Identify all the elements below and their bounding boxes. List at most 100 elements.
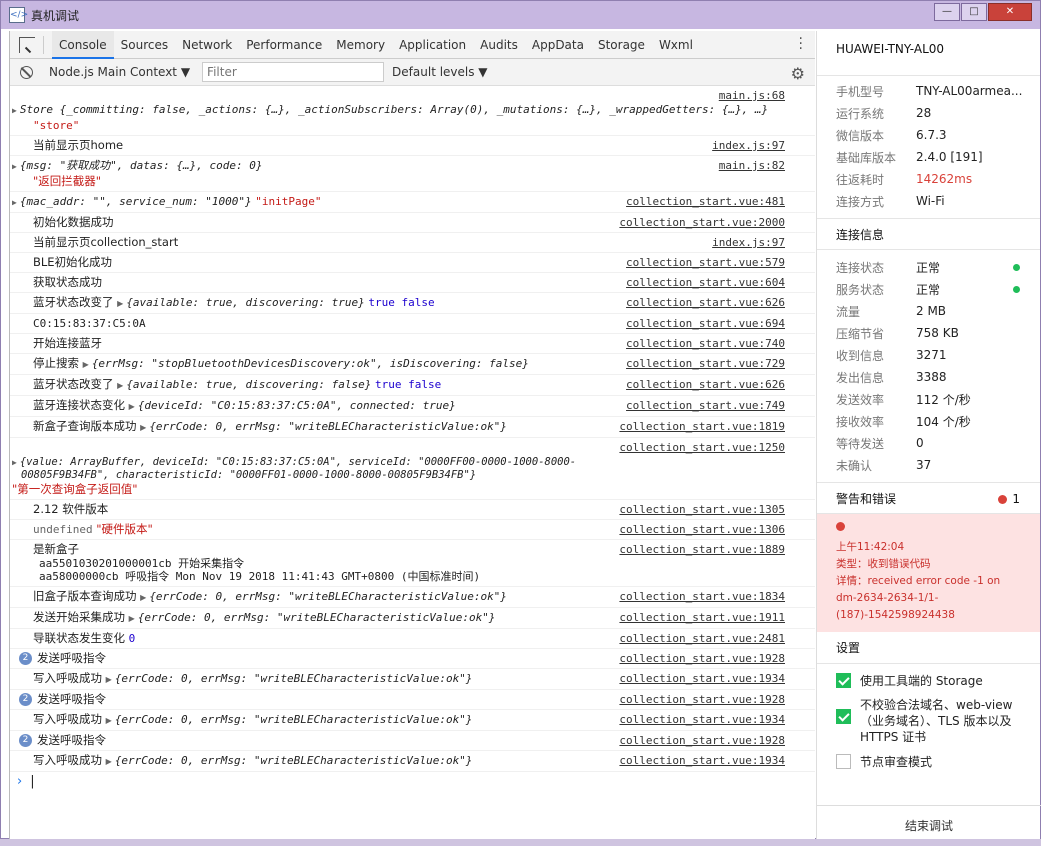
tab-audits[interactable]: Audits [473,31,525,59]
tab-storage[interactable]: Storage [591,31,652,59]
minimize-button[interactable]: — [934,3,960,21]
tab-appdata[interactable]: AppData [525,31,591,59]
tab-application[interactable]: Application [392,31,473,59]
expand-icon[interactable]: ▶ [129,614,135,623]
repeat-count-badge: 2 [19,652,32,665]
log-object[interactable]: {errCode: 0, errMsg: "writeBLECharacteri… [115,754,473,767]
source-link[interactable]: collection_start.vue:1250 [619,440,785,455]
source-link[interactable]: collection_start.vue:1306 [619,522,785,537]
info-value: TNY-AL00armea... [916,84,1023,98]
log-object[interactable]: {errCode: 0, errMsg: "writeBLECharacteri… [115,713,473,726]
expand-icon[interactable]: ▶ [106,716,112,725]
log-object[interactable]: {errCode: 0, errMsg: "writeBLECharacteri… [149,420,507,433]
source-link[interactable]: collection_start.vue:1819 [619,419,785,434]
filter-input[interactable] [202,62,385,82]
expand-icon[interactable]: ▶ [117,381,123,390]
log-object[interactable]: {errCode: 0, errMsg: "writeBLECharacteri… [149,590,507,603]
conn-row: 服务状态 正常 [817,278,1040,300]
expand-icon[interactable]: ▶ [12,458,17,467]
source-link[interactable]: index.js:97 [712,138,785,153]
source-link[interactable]: collection_start.vue:1928 [619,651,785,666]
tab-wxml[interactable]: Wxml [652,31,700,59]
source-link[interactable]: collection_start.vue:579 [626,255,785,270]
source-link[interactable]: collection_start.vue:740 [626,336,785,351]
source-link[interactable]: collection_start.vue:1834 [619,589,785,604]
tab-sources[interactable]: Sources [114,31,175,59]
source-link[interactable]: main.js:68 [719,88,785,103]
source-link[interactable]: collection_start.vue:626 [626,377,785,392]
errors-section[interactable]: 警告和错误 1 [817,482,1040,514]
conn-row: 等待发送 0 [817,432,1040,454]
source-link[interactable]: collection_start.vue:2000 [619,215,785,230]
source-link[interactable]: collection_start.vue:604 [626,275,785,290]
source-link[interactable]: collection_start.vue:1305 [619,502,785,517]
checkbox-checked[interactable] [836,709,851,724]
conn-value: 104 个/秒 [916,414,971,429]
log-object[interactable]: {errCode: 0, errMsg: "writeBLECharacteri… [115,672,473,685]
expand-icon[interactable]: ▶ [83,360,89,369]
expand-icon[interactable]: ▶ [140,593,146,602]
tab-console[interactable]: Console [52,30,114,59]
expand-icon[interactable]: ▶ [117,299,123,308]
expand-icon[interactable]: ▶ [140,423,146,432]
tab-performance[interactable]: Performance [239,31,329,59]
inspect-element-icon[interactable] [19,36,35,53]
log-row: 2 collection_start.vue:1928 发送呼吸指令 [10,731,815,751]
log-object[interactable]: {mac_addr: "", service_num: "1000"} [20,195,252,208]
expand-icon[interactable]: ▶ [129,402,135,411]
tab-memory[interactable]: Memory [329,31,392,59]
storage-option[interactable]: 使用工具端的 Storage [817,664,1040,689]
error-entry: 上午11:42:04 类型：收到错误代码 详情：received error c… [817,514,1040,632]
source-link[interactable]: collection_start.vue:749 [626,398,785,413]
context-select[interactable]: Node.js Main Context ▼ [49,65,190,79]
title-bar: </> 真机调试 — □ ✕ [1,1,1040,29]
conn-row: 发送效率 112 个/秒 [817,388,1040,410]
log-object[interactable]: {deviceId: "C0:15:83:37:C5:0A", connecte… [138,399,456,412]
log-object[interactable]: {value: ArrayBuffer, deviceId: "C0:15:83… [20,456,576,468]
domain-check-option[interactable]: 不校验合法域名、web-view（业务域名）、TLS 版本以及 HTTPS 证书 [817,689,1040,745]
clear-console-icon[interactable] [20,65,33,79]
console-prompt[interactable]: › | [10,772,815,789]
log-row: collection_start.vue:579 BLE初始化成功 [10,253,815,273]
close-button[interactable]: ✕ [988,3,1032,21]
expand-icon[interactable]: ▶ [106,675,112,684]
expand-icon[interactable]: ▶ [106,757,112,766]
option-label: 不校验合法域名、web-view（业务域名）、TLS 版本以及 HTTPS 证书 [860,698,1013,744]
source-link[interactable]: collection_start.vue:694 [626,316,785,331]
expand-icon[interactable]: ▶ [12,198,17,207]
maximize-button[interactable]: □ [961,3,987,21]
source-link[interactable]: collection_start.vue:626 [626,295,785,310]
source-link[interactable]: collection_start.vue:481 [626,194,785,209]
tab-network[interactable]: Network [175,31,239,59]
source-link[interactable]: collection_start.vue:729 [626,356,785,371]
log-object[interactable]: {available: true, discovering: false} [126,378,371,391]
checkbox-checked[interactable] [836,673,851,688]
expand-icon[interactable]: ▶ [12,162,17,171]
expand-icon[interactable]: ▶ [12,106,17,115]
more-menu-icon[interactable]: · · · [799,32,803,56]
source-link[interactable]: collection_start.vue:1928 [619,733,785,748]
log-object[interactable]: {errCode: 0, errMsg: "writeBLECharacteri… [138,611,496,624]
source-link[interactable]: collection_start.vue:2481 [619,631,785,646]
log-object[interactable]: {errMsg: "stopBluetoothDevicesDiscovery:… [92,357,529,370]
checkbox-unchecked[interactable] [836,754,851,769]
console-log-list: main.js:68 ▶ Store {_committing: false, _… [10,86,815,789]
source-link[interactable]: index.js:97 [712,235,785,250]
source-link[interactable]: main.js:82 [719,158,785,173]
log-object[interactable]: {msg: "获取成功", datas: {…}, code: 0} [20,159,263,172]
source-link[interactable]: collection_start.vue:1934 [619,671,785,686]
source-link[interactable]: collection_start.vue:1934 [619,712,785,727]
source-link[interactable]: collection_start.vue:1928 [619,692,785,707]
log-row: collection_start.vue:1305 2.12 软件版本 [10,500,815,520]
gear-icon[interactable]: ⚙ [791,64,805,83]
log-row: collection_start.vue:626 蓝牙状态改变了 ▶ {availa… [10,293,815,314]
levels-select[interactable]: Default levels ▼ [392,65,488,79]
source-link[interactable]: collection_start.vue:1889 [619,542,785,557]
log-object[interactable]: {available: true, discovering: true} [126,296,364,309]
conn-value: 37 [916,458,932,472]
end-debug-button[interactable]: 结束调试 [817,805,1041,839]
node-inspect-option[interactable]: 节点审查模式 [817,745,1040,770]
log-object[interactable]: Store {_committing: false, _actions: {…}… [20,103,768,116]
source-link[interactable]: collection_start.vue:1934 [619,753,785,768]
source-link[interactable]: collection_start.vue:1911 [619,610,785,625]
